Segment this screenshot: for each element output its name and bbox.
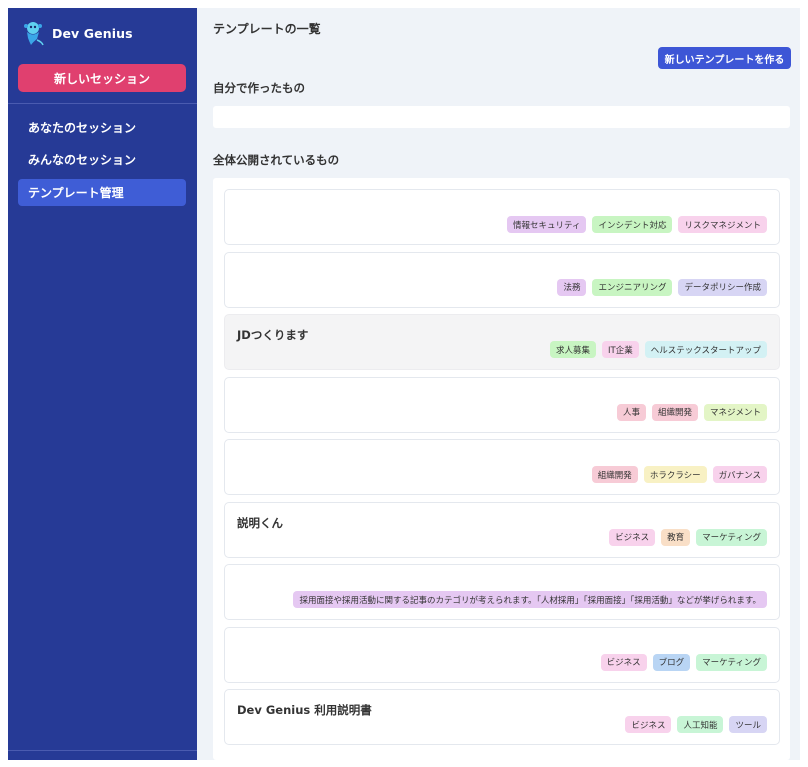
tag-badge: 人事 xyxy=(616,403,646,421)
tag-badge: マネジメント xyxy=(703,403,767,421)
tag-badge: 教育 xyxy=(661,528,691,546)
template-tags: ビジネス 教育 マーケティング xyxy=(609,528,767,546)
sidebar-item-template-management[interactable]: テンプレート管理 xyxy=(18,179,186,206)
tag-badge: マーケティング xyxy=(696,653,767,671)
tag-badge: 人工知能 xyxy=(677,716,724,733)
template-title: Dev Genius 利用説明書 xyxy=(237,703,372,717)
template-card[interactable]: 人事 組織開発 マネジメント xyxy=(224,376,780,433)
sidebar-item-your-sessions[interactable]: あなたのセッション xyxy=(18,114,186,141)
tag-badge: 採用面接や採用活動に関する記事のカテゴリが考えられます。「人材採用」「採用面接」… xyxy=(293,591,767,608)
tag-badge: ガバナンス xyxy=(712,466,767,483)
own-templates-list xyxy=(213,106,790,128)
template-card[interactable]: 組織開発 ホラクラシー ガバナンス xyxy=(224,439,780,495)
tag-badge: 求人募集 xyxy=(550,341,597,358)
tag-badge: 法務 xyxy=(557,278,587,296)
sidebar-item-everyone-sessions[interactable]: みんなのセッション xyxy=(18,146,186,173)
tag-badge: ビジネス xyxy=(609,528,656,546)
template-card[interactable]: 説明くんビジネス 教育 マーケティング xyxy=(224,501,780,558)
main-content: テンプレートの一覧 新しいテンプレートを作る 自分で作ったもの 全体公開されてい… xyxy=(197,8,800,760)
public-templates-heading: 全体公開されているもの xyxy=(213,153,340,167)
tag-badge: 組織開発 xyxy=(651,403,698,421)
template-tags: 採用面接や採用活動に関する記事のカテゴリが考えられます。「人材採用」「採用面接」… xyxy=(293,591,767,608)
tag-badge: ビジネス xyxy=(625,716,672,733)
template-tags: ビジネス 人工知能 ツール xyxy=(625,716,767,733)
tag-badge: ヘルステックスタートアップ xyxy=(644,341,767,358)
template-card[interactable]: Dev Genius 利用説明書ビジネス 人工知能 ツール xyxy=(224,689,780,745)
template-card[interactable]: 法務 エンジニアリング データポリシー作成 xyxy=(224,251,780,308)
public-templates-list: 情報セキュリティ インシデント対応 リスクマネジメント法務 エンジニアリング データポリ… xyxy=(213,178,790,760)
create-template-button[interactable]: 新しいテンプレートを作る xyxy=(658,47,791,69)
template-card[interactable]: JDつくります求人募集 IT企業 ヘルステックスタートアップ xyxy=(224,314,780,370)
tag-badge: 組織開発 xyxy=(591,466,638,483)
template-title: JDつくります xyxy=(237,328,309,342)
template-card[interactable]: 情報セキュリティ インシデント対応 リスクマネジメント xyxy=(224,189,780,245)
tag-badge: エンジニアリング xyxy=(592,278,673,296)
tag-badge: ホラクラシー xyxy=(643,466,707,483)
template-tags: 情報セキュリティ インシデント対応 リスクマネジメント xyxy=(506,216,767,233)
template-tags: 求人募集 IT企業 ヘルステックスタートアップ xyxy=(550,341,767,358)
tag-badge: リスクマネジメント xyxy=(678,216,767,233)
template-card[interactable]: ビジネス ブログ マーケティング xyxy=(224,626,780,683)
tag-badge: データポリシー作成 xyxy=(678,278,767,296)
tag-badge: ツール xyxy=(729,716,767,733)
brand[interactable]: Dev Genius xyxy=(22,18,133,48)
template-tags: ビジネス ブログ マーケティング xyxy=(600,653,767,671)
own-templates-heading: 自分で作ったもの xyxy=(213,81,305,95)
tag-badge: IT企業 xyxy=(602,341,639,358)
sidebar-divider xyxy=(8,103,197,104)
template-tags: 組織開発 ホラクラシー ガバナンス xyxy=(591,466,767,483)
tag-badge: 情報セキュリティ xyxy=(506,216,587,233)
page-title: テンプレートの一覧 xyxy=(213,22,321,36)
new-session-button[interactable]: 新しいセッション xyxy=(18,64,186,92)
brand-name: Dev Genius xyxy=(52,25,133,41)
template-card[interactable]: 採用面接や採用活動に関する記事のカテゴリが考えられます。「人材採用」「採用面接」… xyxy=(224,564,780,620)
tag-badge: マーケティング xyxy=(696,528,767,546)
genie-logo-icon xyxy=(24,22,44,46)
sidebar: Dev Genius 新しいセッション あなたのセッション みんなのセッション … xyxy=(8,8,197,760)
tag-badge: ビジネス xyxy=(600,653,647,671)
tag-badge: インシデント対応 xyxy=(592,216,673,233)
template-tags: 人事 組織開発 マネジメント xyxy=(616,403,767,421)
template-title: 説明くん xyxy=(237,515,283,530)
template-tags: 法務 エンジニアリング データポリシー作成 xyxy=(557,278,767,296)
sidebar-bottom-divider xyxy=(8,750,197,751)
tag-badge: ブログ xyxy=(652,653,691,671)
